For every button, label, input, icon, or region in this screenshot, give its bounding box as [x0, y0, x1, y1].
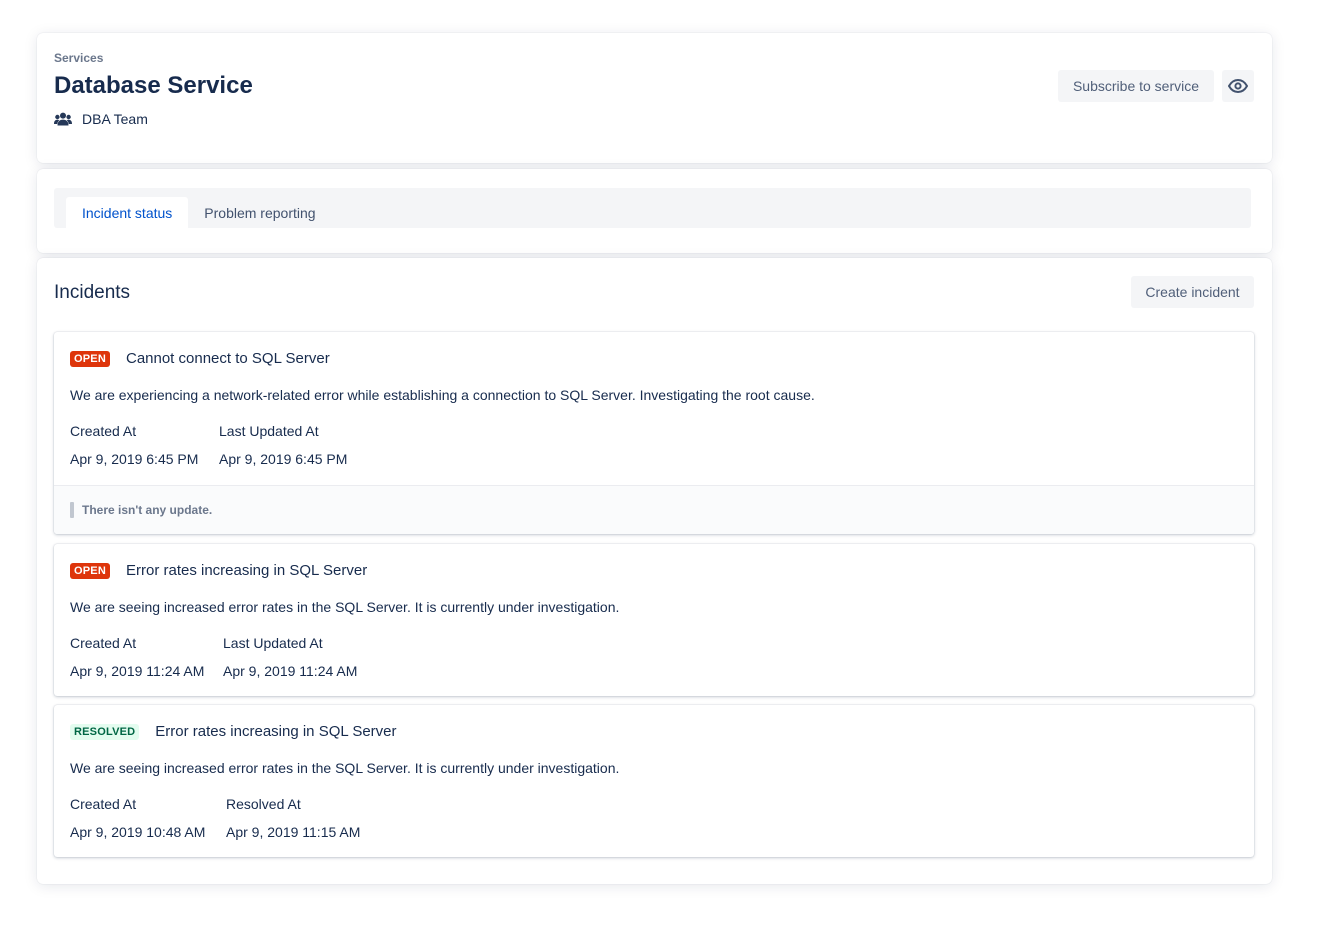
last-updated-label: Last Updated At [223, 635, 323, 651]
create-incident-button[interactable]: Create incident [1131, 276, 1254, 308]
status-badge: RESOLVED [70, 723, 140, 740]
incident-card[interactable]: OPEN Cannot connect to SQL Server We are… [54, 332, 1254, 534]
tabs-card: Incident status Problem reporting [37, 169, 1272, 253]
status-badge: OPEN [70, 562, 110, 579]
incident-description: We are seeing increased error rates in t… [70, 760, 620, 776]
created-at-label: Created At [70, 635, 137, 651]
created-at-label: Created At [70, 423, 137, 439]
update-note: There isn't any update. [82, 503, 213, 517]
created-at-value: Apr 9, 2019 10:48 AM [70, 824, 206, 840]
watch-button[interactable] [1222, 70, 1254, 102]
incident-update-footer: There isn't any update. [54, 485, 1254, 534]
created-at-label: Created At [70, 796, 137, 812]
incident-title[interactable]: Error rates increasing in SQL Server [155, 723, 396, 740]
incident-header: RESOLVED Error rates increasing in SQL S… [70, 723, 397, 740]
people-icon [54, 112, 72, 126]
resolved-at-value: Apr 9, 2019 11:15 AM [226, 824, 361, 840]
incident-meta-values: Apr 9, 2019 6:45 PM Apr 9, 2019 6:45 PM [70, 451, 347, 467]
subscribe-button[interactable]: Subscribe to service [1058, 70, 1214, 102]
last-updated-value: Apr 9, 2019 11:24 AM [223, 663, 358, 679]
team-info: DBA Team [54, 111, 148, 127]
tab-problem-reporting[interactable]: Problem reporting [188, 197, 331, 228]
eye-icon [1228, 79, 1248, 93]
section-title: Incidents [54, 282, 131, 303]
incident-meta-values: Apr 9, 2019 11:24 AM Apr 9, 2019 11:24 A… [70, 663, 357, 679]
incident-header: OPEN Error rates increasing in SQL Serve… [70, 562, 367, 579]
breadcrumb[interactable]: Services [54, 51, 103, 65]
tab-bar: Incident status Problem reporting [54, 188, 1251, 228]
last-updated-label: Last Updated At [219, 423, 319, 439]
last-updated-value: Apr 9, 2019 6:45 PM [219, 451, 348, 467]
incident-header: OPEN Cannot connect to SQL Server [70, 350, 330, 367]
team-name: DBA Team [82, 111, 148, 127]
incident-card[interactable]: OPEN Error rates increasing in SQL Serve… [54, 544, 1254, 696]
incident-description: We are experiencing a network-related er… [70, 387, 815, 403]
quote-bar [70, 502, 74, 518]
incidents-card: Incidents Create incident OPEN Cannot co… [37, 258, 1272, 884]
incident-meta-values: Apr 9, 2019 10:48 AM Apr 9, 2019 11:15 A… [70, 824, 360, 840]
created-at-value: Apr 9, 2019 11:24 AM [70, 663, 205, 679]
incident-meta-labels: Created At Resolved At [70, 796, 301, 812]
incident-meta-labels: Created At Last Updated At [70, 635, 323, 651]
incident-card[interactable]: RESOLVED Error rates increasing in SQL S… [54, 705, 1254, 857]
tab-incident-status[interactable]: Incident status [66, 197, 189, 228]
resolved-at-label: Resolved At [226, 796, 301, 812]
incident-meta-labels: Created At Last Updated At [70, 423, 319, 439]
incident-title[interactable]: Error rates increasing in SQL Server [126, 562, 367, 579]
incident-title[interactable]: Cannot connect to SQL Server [126, 350, 330, 367]
page-title: Database Service [54, 72, 253, 99]
status-badge: OPEN [70, 350, 110, 367]
created-at-value: Apr 9, 2019 6:45 PM [70, 451, 199, 467]
service-header-card: Services Database Service DBA Team Subsc… [37, 33, 1272, 163]
incident-description: We are seeing increased error rates in t… [70, 599, 620, 615]
